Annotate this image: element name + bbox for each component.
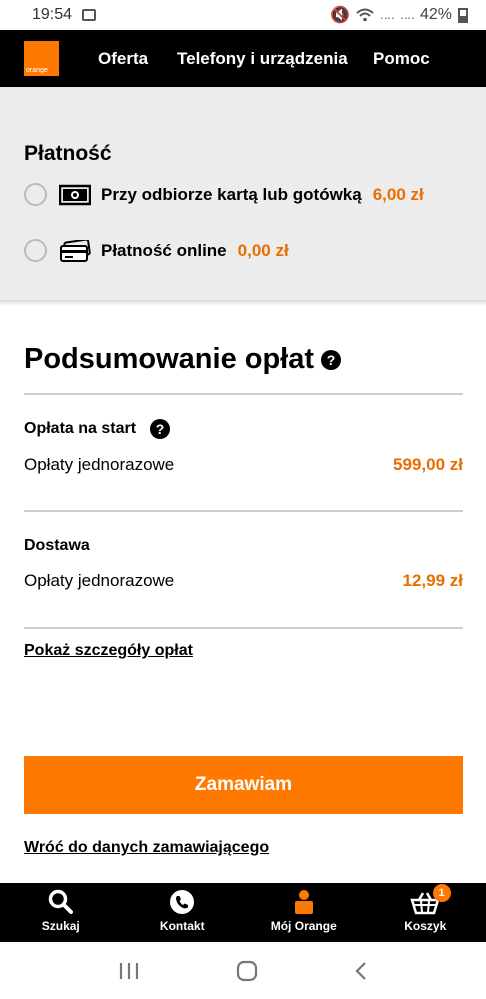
signal-2-icon: ‥‥ bbox=[399, 8, 415, 22]
section-divider bbox=[0, 300, 486, 306]
payment-title: Płatność bbox=[24, 142, 112, 165]
battery-text: 42% bbox=[419, 6, 452, 23]
cart-count-badge: 1 bbox=[432, 884, 451, 902]
bottom-nav-search-label: Szukaj bbox=[41, 919, 80, 933]
payment-section: Płatność Przy odbiorze kartą lub gotówką… bbox=[0, 87, 486, 300]
payment-option-online-label: Płatność online bbox=[101, 240, 227, 260]
divider bbox=[24, 393, 463, 395]
summary-title: Podsumowanie opłat ? bbox=[24, 343, 342, 376]
section-delivery-text: Dostawa bbox=[24, 537, 90, 554]
bottom-nav-contact-label: Kontakt bbox=[159, 919, 205, 933]
show-fee-details-link[interactable]: Pokaż szczegóły opłat bbox=[24, 642, 193, 660]
start-fee-help-icon[interactable]: ? bbox=[150, 419, 171, 439]
section-start-fee-text: Opłata na start bbox=[24, 420, 137, 437]
nav-oferta[interactable]: Oferta bbox=[98, 49, 148, 69]
cash-icon bbox=[59, 184, 91, 205]
payment-option-cash-label: Przy odbiorze kartą lub gotówką bbox=[101, 184, 362, 204]
divider bbox=[24, 627, 463, 629]
start-fee-row: Opłaty jednorazowe 599,00 zł bbox=[24, 455, 463, 475]
status-time: 19:54 bbox=[32, 6, 73, 23]
user-icon bbox=[294, 890, 313, 914]
divider bbox=[24, 510, 463, 512]
nav-telefony[interactable]: Telefony i urządzenia bbox=[177, 49, 348, 69]
bottom-nav: Szukaj Kontakt Mój Orange Koszyk 1 bbox=[0, 883, 486, 942]
orange-logo[interactable]: orange bbox=[24, 41, 59, 76]
start-fee-label: Opłaty jednorazowe bbox=[24, 455, 175, 474]
bottom-nav-basket-label: Koszyk bbox=[404, 919, 447, 933]
card-icon bbox=[60, 239, 91, 262]
order-button[interactable]: Zamawiam bbox=[24, 756, 463, 814]
bottom-nav-search[interactable]: Szukaj bbox=[0, 883, 122, 942]
top-header: orange Oferta Telefony i urządzenia Pomo… bbox=[0, 30, 486, 87]
bottom-nav-my-orange-label: Mój Orange bbox=[270, 919, 337, 933]
delivery-fee-row: Opłaty jednorazowe 12,99 zł bbox=[24, 571, 463, 591]
status-bar: 19:54 🔇 ‥‥ ‥‥ 42% bbox=[0, 0, 486, 30]
section-start-fee-title: Opłata na start ? bbox=[24, 419, 171, 439]
back-link[interactable]: Wróć do danych zamawiającego bbox=[24, 839, 269, 857]
payment-option-cash[interactable]: Przy odbiorze kartą lub gotówką 6,00 zł bbox=[24, 183, 424, 206]
delivery-fee-label: Opłaty jednorazowe bbox=[24, 571, 175, 590]
logo-text: orange bbox=[26, 67, 48, 74]
recent-apps-icon[interactable] bbox=[118, 962, 140, 980]
start-fee-amount: 599,00 zł bbox=[393, 455, 463, 474]
radio-online[interactable] bbox=[24, 239, 47, 262]
home-icon[interactable] bbox=[236, 960, 258, 982]
back-icon[interactable] bbox=[354, 961, 368, 981]
mute-icon: 🔇 bbox=[329, 7, 350, 24]
phone-icon bbox=[170, 890, 195, 914]
signal-1-icon: ‥‥ bbox=[379, 8, 395, 22]
wifi-icon bbox=[356, 8, 374, 22]
search-icon bbox=[48, 889, 73, 914]
help-icon[interactable]: ? bbox=[321, 349, 342, 370]
status-right: 🔇 ‥‥ ‥‥ 42% bbox=[330, 5, 468, 25]
radio-cash[interactable] bbox=[24, 183, 47, 206]
section-delivery-title: Dostawa bbox=[24, 537, 90, 555]
bottom-nav-contact[interactable]: Kontakt bbox=[122, 883, 244, 942]
system-nav-bar bbox=[0, 942, 486, 999]
gallery-notification-icon bbox=[82, 9, 97, 21]
payment-option-cash-price: 6,00 zł bbox=[372, 184, 424, 204]
bottom-nav-my-orange[interactable]: Mój Orange bbox=[243, 883, 365, 942]
payment-option-online-price: 0,00 zł bbox=[237, 240, 289, 260]
delivery-fee-amount: 12,99 zł bbox=[402, 571, 464, 590]
battery-icon bbox=[458, 7, 468, 23]
bottom-nav-basket[interactable]: Koszyk 1 bbox=[365, 883, 486, 942]
summary-title-text: Podsumowanie opłat bbox=[24, 343, 315, 375]
payment-option-online[interactable]: Płatność online 0,00 zł bbox=[24, 239, 289, 262]
nav-pomoc[interactable]: Pomoc bbox=[373, 49, 430, 69]
